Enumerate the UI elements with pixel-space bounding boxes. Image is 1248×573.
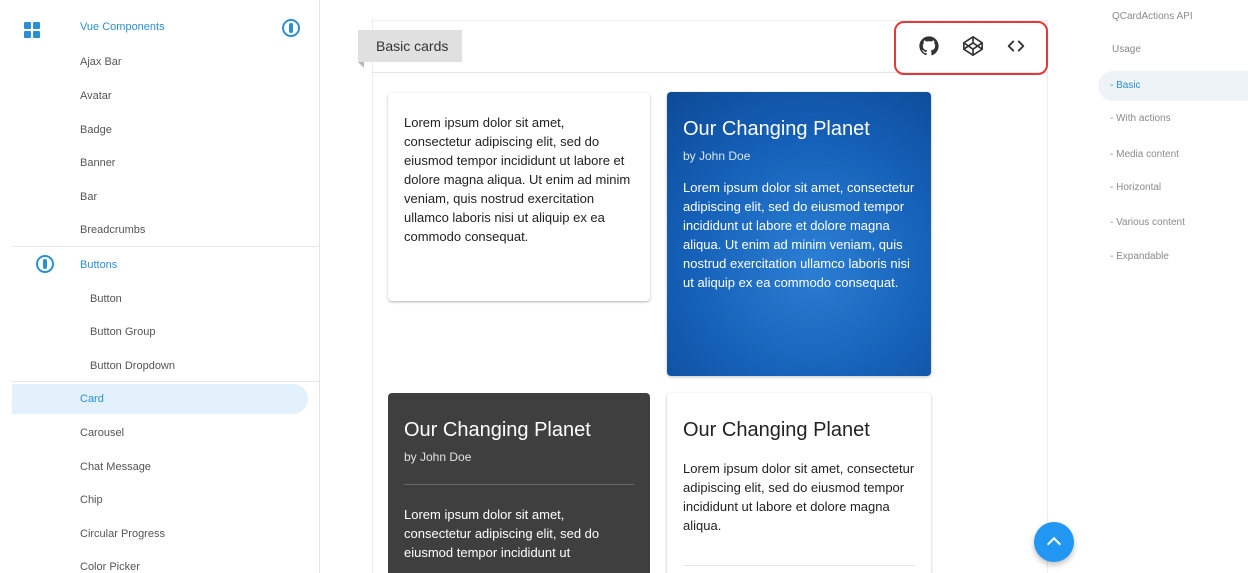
card-title: Our Changing Planet (404, 419, 591, 441)
sidebar-item-circular-progress[interactable]: Circular Progress (0, 517, 320, 550)
sidebar-item-label: Carousel (80, 426, 125, 439)
section-title: Basic cards (358, 30, 463, 68)
card-text: Lorem ipsum dolor sit amet, consectetur … (404, 115, 631, 244)
sidebar-item-chat-message[interactable]: Chat Message (0, 450, 320, 483)
card-divider (683, 565, 915, 566)
scroll-to-top-button[interactable] (1034, 522, 1074, 562)
codepen-icon[interactable] (962, 35, 984, 57)
sidebar-item-label: Badge (80, 123, 112, 136)
sidebar-item-ajax-bar[interactable]: Ajax Bar (0, 45, 320, 78)
sidebar-item-button-group[interactable]: Button Group (0, 315, 320, 348)
toc-item-label: - Media content (1110, 149, 1179, 160)
sidebar-item-label: Color Picker (80, 560, 140, 573)
toc-item-expandable[interactable]: - Expandable (1090, 242, 1248, 272)
sidebar-group-label: Buttons (80, 258, 118, 271)
card-blue: Our Changing Planet by John Doe Lorem ip… (667, 92, 931, 376)
sidebar-item-badge[interactable]: Badge (0, 113, 320, 146)
card-text: Lorem ipsum dolor sit amet, consectetur … (404, 507, 600, 560)
sidebar-item-carousel[interactable]: Carousel (0, 416, 320, 449)
card-plain-text: Lorem ipsum dolor sit amet, consectetur … (388, 93, 650, 301)
sidebar-item-chip[interactable]: Chip (0, 483, 320, 516)
sidebar-item-card[interactable]: Card (0, 382, 320, 415)
toc-item-label: QCardActions API (1112, 11, 1193, 22)
sidebar-item-breadcrumbs[interactable]: Breadcrumbs (0, 213, 320, 246)
sidebar-item-label: Button Group (90, 325, 156, 338)
card-plain-titled: Our Changing Planet Lorem ipsum dolor si… (667, 393, 931, 573)
sidebar-item-label: Button (90, 292, 122, 305)
sidebar-item-label: Bar (80, 190, 98, 203)
left-sidebar: Vue Components Ajax Bar Avatar Badge Ban… (0, 0, 320, 573)
sidebar-item-label: Chip (80, 493, 103, 506)
sidebar-item-label: Card (80, 392, 104, 405)
sidebar-item-label: Ajax Bar (80, 55, 122, 68)
sidebar-item-label: Banner (80, 156, 116, 169)
toc-item-media-content[interactable]: - Media content (1090, 140, 1248, 170)
sidebar-item-label: Circular Progress (80, 527, 165, 540)
card-divider (404, 484, 634, 485)
sidebar-item-label: Chat Message (80, 460, 151, 473)
toc-item-various-content[interactable]: - Various content (1090, 208, 1248, 238)
sidebar-group-buttons[interactable]: Buttons (0, 248, 320, 281)
toc-item-label: - Basic (1110, 80, 1141, 91)
sidebar-item-avatar[interactable]: Avatar (0, 79, 320, 112)
sidebar-item-label: Button Dropdown (90, 359, 175, 372)
sidebar-item-bar[interactable]: Bar (0, 180, 320, 213)
card-subtitle: by John Doe (404, 450, 472, 464)
expand-toggle-icon[interactable] (282, 19, 300, 37)
sidebar-item-button-dropdown[interactable]: Button Dropdown (0, 349, 320, 382)
github-icon[interactable] (918, 35, 940, 57)
toc-item-label: - With actions (1110, 113, 1171, 124)
toc-item-horizontal[interactable]: - Horizontal (1090, 173, 1248, 203)
card-text: Lorem ipsum dolor sit amet, consectetur … (683, 180, 915, 290)
toc-item-with-actions[interactable]: - With actions (1090, 104, 1248, 134)
toc-item-label: Usage (1112, 44, 1141, 55)
sidebar-item-label: Avatar (80, 89, 112, 102)
sidebar-item-banner[interactable]: Banner (0, 146, 320, 179)
components-grid-icon (24, 22, 40, 38)
card-text: Lorem ipsum dolor sit amet, consectetur … (683, 461, 915, 533)
toc-item-qcardactions-api[interactable]: QCardActions API (1090, 2, 1248, 32)
toc-item-usage[interactable]: Usage (1090, 35, 1248, 65)
toc-item-basic[interactable]: - Basic (1098, 71, 1248, 101)
sidebar-item-button[interactable]: Button (0, 282, 320, 315)
table-of-contents: QCardActions API Usage - Basic - With ac… (1090, 0, 1248, 573)
toc-item-label: - Expandable (1110, 251, 1169, 262)
card-subtitle: by John Doe (683, 149, 751, 163)
card-title: Our Changing Planet (683, 118, 870, 140)
card-title: Our Changing Planet (683, 419, 870, 441)
sidebar-section-label: Vue Components (80, 21, 165, 33)
card-dark: Our Changing Planet by John Doe Lorem ip… (388, 393, 650, 573)
toc-item-label: - Horizontal (1110, 182, 1162, 193)
code-icon[interactable] (1005, 35, 1027, 57)
sidebar-section-vue-components[interactable]: Vue Components (0, 12, 320, 45)
sidebar-item-label: Breadcrumbs (80, 223, 146, 236)
buttons-group-icon (36, 255, 54, 273)
sidebar-item-color-picker[interactable]: Color Picker (0, 550, 320, 573)
toc-item-label: - Various content (1110, 217, 1185, 228)
sidebar-divider (12, 246, 320, 247)
